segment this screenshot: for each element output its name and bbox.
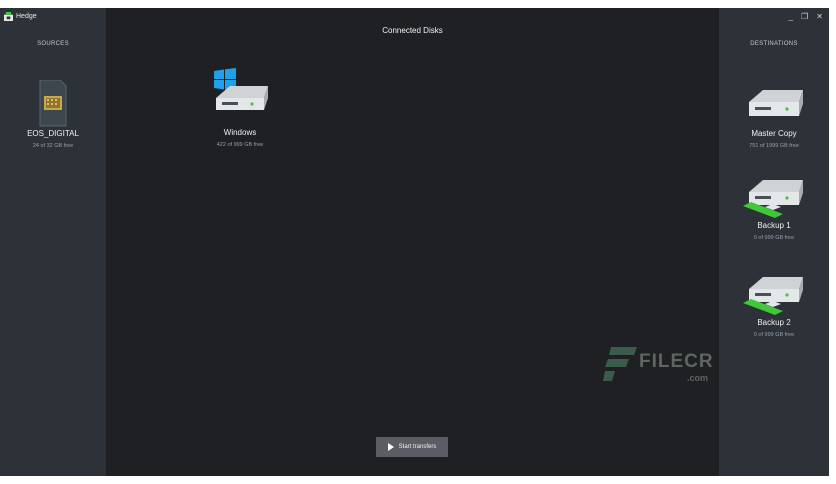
source-name: EOS_DIGITAL bbox=[27, 129, 79, 138]
start-transfers-button[interactable]: Start transfers bbox=[376, 437, 448, 457]
window-controls: _ ❐ ✕ bbox=[789, 12, 823, 21]
app-window: Hedge SOURCES EOS_DIGITAL 24 of 32 GB fr… bbox=[0, 8, 829, 476]
disk-item-windows[interactable]: Windows 422 of 999 GB free bbox=[200, 64, 280, 164]
play-icon bbox=[387, 443, 394, 451]
sd-card-icon bbox=[39, 80, 67, 127]
network-drive-icon bbox=[743, 180, 803, 218]
watermark: FILECR .com bbox=[603, 345, 713, 387]
app-title: Hedge bbox=[16, 13, 37, 20]
connected-disks-title: Connected Disks bbox=[382, 26, 443, 35]
app-title-bar: Hedge bbox=[4, 12, 37, 21]
destinations-label: DESTINATIONS bbox=[750, 41, 798, 47]
destinations-panel: _ ❐ ✕ DESTINATIONS Master Copy 751 of 19… bbox=[719, 8, 829, 476]
destination-free-space: 0 of 999 GB free bbox=[753, 235, 795, 241]
source-item-eos-digital[interactable]: EOS_DIGITAL 24 of 32 GB free bbox=[0, 70, 106, 170]
destination-name: Master Copy bbox=[751, 129, 797, 138]
filecr-logo-icon bbox=[603, 347, 637, 381]
destination-item-master-copy[interactable]: Master Copy 751 of 1999 GB free bbox=[719, 88, 829, 178]
sources-panel: Hedge SOURCES EOS_DIGITAL 24 of 32 GB fr… bbox=[0, 8, 106, 476]
destination-free-space: 751 of 1999 GB free bbox=[749, 143, 799, 149]
minimize-button[interactable]: _ bbox=[789, 12, 793, 21]
start-transfers-label: Start transfers bbox=[398, 444, 437, 450]
disk-name: Windows bbox=[223, 128, 257, 137]
destination-name: Backup 1 bbox=[757, 221, 791, 230]
restore-button[interactable]: ❐ bbox=[801, 12, 808, 21]
hard-drive-icon bbox=[749, 90, 803, 116]
windows-drive-icon bbox=[214, 68, 268, 110]
disk-free-space: 422 of 999 GB free bbox=[216, 142, 264, 148]
destination-name: Backup 2 bbox=[757, 318, 791, 327]
source-free-space: 24 of 32 GB free bbox=[32, 143, 74, 149]
watermark-suffix: .com bbox=[687, 373, 709, 383]
destination-free-space: 0 of 999 GB free bbox=[753, 332, 795, 338]
sources-label: SOURCES bbox=[37, 41, 69, 47]
watermark-text: FILECR bbox=[639, 351, 714, 372]
destination-item-backup-1[interactable]: Backup 1 0 of 999 GB free bbox=[719, 180, 829, 270]
hedge-logo-icon bbox=[4, 12, 13, 21]
destination-item-backup-2[interactable]: Backup 2 0 of 999 GB free bbox=[719, 277, 829, 367]
network-drive-icon bbox=[743, 277, 803, 315]
close-button[interactable]: ✕ bbox=[816, 12, 823, 21]
